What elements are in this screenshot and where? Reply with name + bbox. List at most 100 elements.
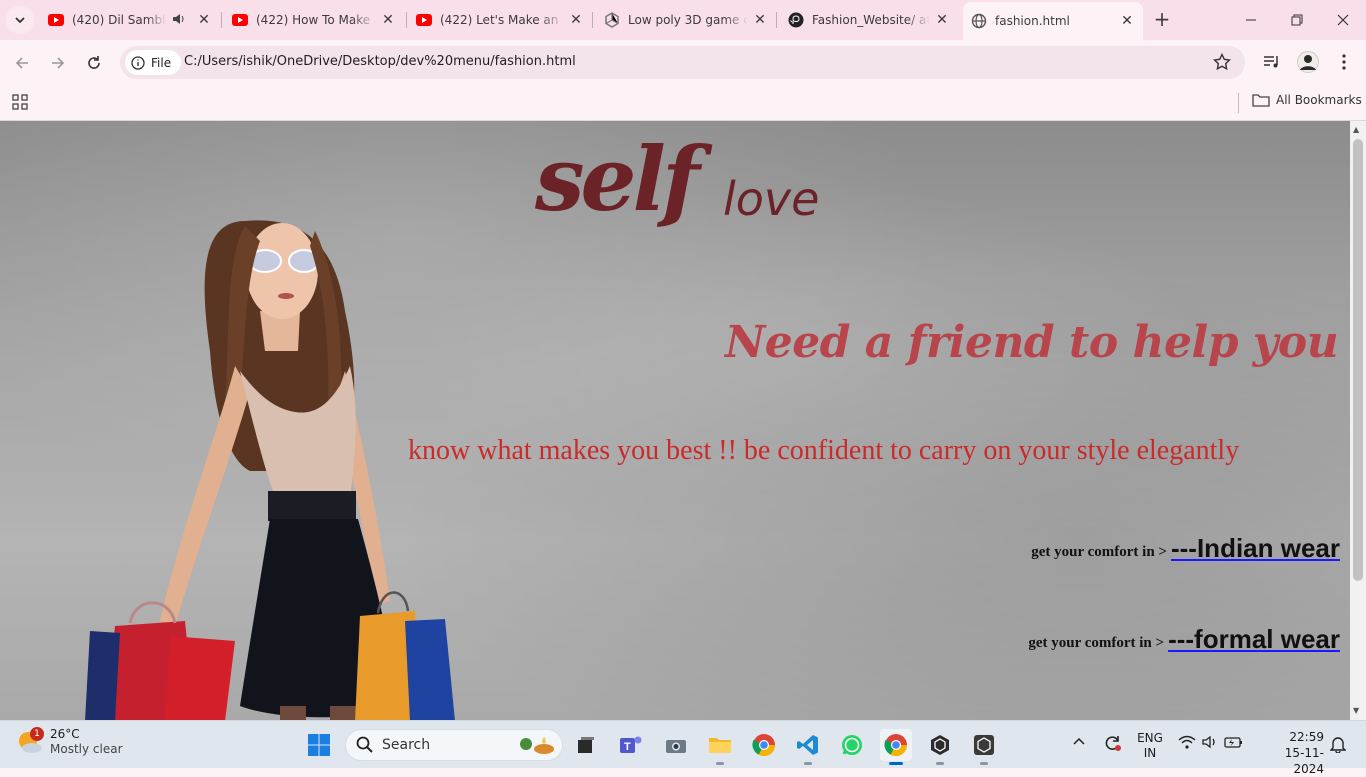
minimize-button[interactable]: [1228, 0, 1274, 40]
tab-fashion-active[interactable]: fashion.html ✕: [963, 2, 1143, 40]
taskbar-search[interactable]: Search: [345, 729, 563, 761]
more-menu-icon[interactable]: [1332, 50, 1356, 74]
battery-icon: [1224, 737, 1242, 748]
minimize-icon: [1246, 19, 1256, 21]
youtube-icon: [48, 12, 64, 28]
chrome-icon: [752, 734, 775, 756]
active-indicator: [889, 762, 903, 765]
close-window-button[interactable]: [1320, 0, 1366, 40]
url-text[interactable]: C:/Users/ishik/OneDrive/Desktop/dev%20me…: [184, 54, 576, 69]
globe-icon: [971, 13, 987, 29]
chevron-down-icon: [15, 17, 25, 24]
weather-widget[interactable]: 1 26°C Mostly clear: [16, 727, 123, 757]
arrow-left-icon: [15, 57, 28, 69]
camera-app[interactable]: [660, 729, 692, 761]
tab-title: (422) Let's Make an A: [440, 13, 564, 27]
whatsapp-app[interactable]: [836, 729, 868, 761]
close-tab-icon[interactable]: ✕: [568, 12, 584, 28]
close-icon: [1337, 14, 1349, 26]
close-tab-icon[interactable]: ✕: [196, 12, 212, 28]
bell-icon: [1329, 737, 1347, 754]
start-button[interactable]: [303, 729, 335, 761]
whatsapp-icon: [842, 735, 862, 755]
vertical-scrollbar[interactable]: ▲ ▼: [1350, 121, 1366, 720]
close-tab-icon[interactable]: ✕: [752, 12, 768, 28]
weather-condition-text: Mostly clear: [50, 742, 123, 756]
arrow-right-icon: [52, 57, 65, 69]
teams-app[interactable]: T: [615, 729, 647, 761]
tab-title: (420) Dil Sambhal: [72, 13, 166, 27]
tab-separator: [592, 12, 593, 28]
language-indicator[interactable]: ENG IN: [1137, 731, 1163, 761]
close-tab-icon[interactable]: ✕: [1119, 13, 1135, 29]
reload-button[interactable]: [79, 48, 109, 78]
page-viewport: self love Need a friend to help you shop…: [0, 121, 1366, 720]
address-bar[interactable]: File C:/Users/ishik/OneDrive/Desktop/dev…: [120, 46, 1245, 79]
show-hidden-icons[interactable]: [1072, 735, 1086, 749]
running-indicator: [804, 762, 812, 765]
unity-editor-app[interactable]: [968, 729, 1000, 765]
tab-youtube-2[interactable]: (422) How To Make a ✕: [224, 4, 404, 36]
bookmarks-bar: All Bookmarks: [0, 85, 1366, 121]
tab-title: Fashion_Website/ at r: [812, 13, 930, 27]
network-volume-battery[interactable]: [1178, 735, 1244, 749]
scroll-down-icon[interactable]: ▼: [1353, 706, 1359, 715]
bookmark-star-icon[interactable]: [1212, 52, 1232, 75]
task-view-button[interactable]: [570, 729, 602, 761]
unity-hub-app[interactable]: [924, 729, 956, 765]
close-tab-icon[interactable]: ✕: [934, 12, 950, 28]
scrollbar-thumb[interactable]: [1353, 139, 1363, 581]
tab-title: fashion.html: [995, 14, 1070, 28]
info-icon: [131, 55, 145, 70]
volume-icon: [1202, 735, 1215, 749]
tab-youtube-1[interactable]: (420) Dil Sambhal ✕: [40, 4, 220, 36]
comfort-lead-text: get your comfort in >: [1031, 544, 1167, 560]
tab-github[interactable]: Fashion_Website/ at r ✕: [780, 4, 958, 36]
hero-subline: know what makes you best !! be confident…: [408, 435, 1240, 466]
bookmarks-separator: [1238, 93, 1239, 113]
browser-toolbar: File C:/Users/ishik/OneDrive/Desktop/dev…: [0, 40, 1366, 85]
tab-search-button[interactable]: [6, 6, 34, 34]
logo-love-text: love: [723, 172, 820, 226]
tab-unity[interactable]: Low poly 3D game ch ✕: [596, 4, 776, 36]
chrome-app[interactable]: [748, 729, 780, 761]
scroll-up-icon[interactable]: ▲: [1353, 125, 1359, 134]
tab-youtube-3[interactable]: (422) Let's Make an A ✕: [408, 4, 592, 36]
unity-icon: [974, 735, 994, 755]
indian-wear-link[interactable]: ---Indian wear: [1171, 533, 1340, 564]
clock[interactable]: 22:59 15-11-2024: [1258, 729, 1324, 777]
running-indicator: [936, 762, 944, 765]
apps-grid-icon[interactable]: [12, 94, 28, 114]
camera-icon: [666, 740, 686, 753]
folder-icon: [1252, 94, 1270, 107]
formal-wear-link[interactable]: ---formal wear: [1168, 624, 1340, 655]
comfort-lead-text: get your comfort in >: [1028, 635, 1165, 651]
chevron-up-icon: [1073, 737, 1085, 745]
restore-button[interactable]: [1274, 0, 1320, 40]
back-button[interactable]: [7, 48, 37, 78]
hero-tagline: Need a friend to help you shop?: [725, 317, 1366, 368]
indian-wear-row: get your comfort in > ---Indian wear: [1031, 533, 1340, 564]
close-tab-icon[interactable]: ✕: [380, 12, 396, 28]
sync-tray-icon[interactable]: [1102, 733, 1122, 756]
media-controls-icon[interactable]: [1260, 50, 1284, 74]
diwali-lamp-icon: [520, 737, 554, 754]
search-label: Search: [382, 737, 431, 753]
all-bookmarks-button[interactable]: All Bookmarks: [1252, 93, 1362, 107]
notifications-button[interactable]: [1329, 735, 1347, 756]
file-explorer-app[interactable]: [704, 729, 736, 765]
profile-avatar[interactable]: [1296, 50, 1320, 74]
refresh-alert-icon: [1105, 736, 1121, 751]
new-tab-button[interactable]: +: [1150, 8, 1174, 32]
tab-separator: [406, 12, 407, 28]
region-code: IN: [1143, 746, 1157, 760]
vscode-app[interactable]: [792, 729, 824, 765]
speaker-icon[interactable]: [172, 13, 186, 28]
site-info-label: File: [151, 55, 172, 70]
chrome-app-active[interactable]: [880, 729, 912, 765]
restore-icon: [1291, 14, 1303, 26]
tab-separator: [221, 12, 222, 28]
teams-icon: T: [620, 736, 642, 753]
forward-button[interactable]: [43, 48, 73, 78]
site-info-chip[interactable]: File: [125, 50, 182, 75]
